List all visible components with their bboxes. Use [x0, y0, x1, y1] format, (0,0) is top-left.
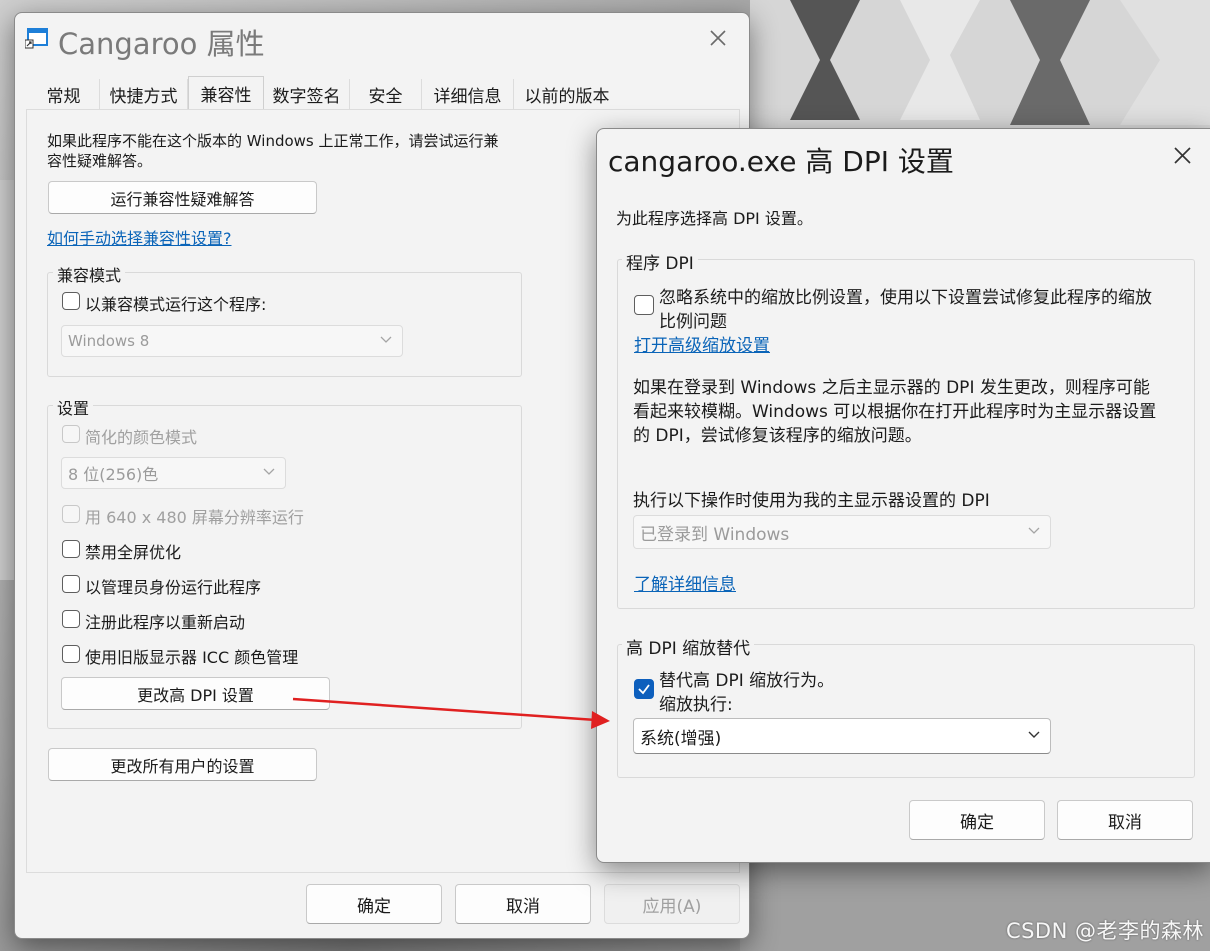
use-dpi-select: 已登录到 Windows	[633, 515, 1051, 549]
learn-more-link[interactable]: 了解详细信息	[634, 570, 736, 595]
close-icon[interactable]	[710, 30, 726, 46]
tab-details[interactable]: 详细信息	[422, 79, 514, 109]
use-dpi-value: 已登录到 Windows	[640, 524, 790, 545]
change-dpi-button[interactable]: 更改高 DPI 设置	[61, 677, 330, 710]
chevron-down-icon	[1028, 527, 1040, 534]
use-dpi-label: 执行以下操作时使用为我的主显示器设置的 DPI	[633, 491, 990, 511]
dpi-override-checkbox[interactable]	[634, 679, 654, 699]
dpi-override-label: 替代高 DPI 缩放行为。	[659, 671, 835, 691]
compat-mode-title: 兼容模式	[53, 262, 126, 286]
reduced-color-label: 简化的颜色模式	[85, 428, 198, 447]
tab-previous-versions[interactable]: 以前的版本	[514, 79, 620, 109]
res-640-label: 用 640 x 480 屏幕分辨率运行	[85, 508, 304, 527]
dpi-desc-line2: 看起来较模糊。Windows 可以根据你在打开此程序时为主显示器设置	[633, 402, 1157, 422]
run-as-admin-checkbox[interactable]	[62, 575, 80, 593]
compat-os-value: Windows 8	[68, 332, 150, 350]
compat-os-select: Windows 8	[61, 325, 403, 357]
legacy-icc-label: 使用旧版显示器 ICC 颜色管理	[85, 648, 299, 667]
run-troubleshooter-button[interactable]: 运行兼容性疑难解答	[48, 181, 317, 214]
disable-fullscreen-checkbox[interactable]	[62, 540, 80, 558]
scaling-value: 系统(增强)	[640, 728, 722, 749]
tab-digital-signatures[interactable]: 数字签名	[264, 79, 350, 109]
reduced-color-checkbox	[62, 425, 80, 443]
chevron-down-icon	[1028, 731, 1040, 738]
program-dpi-title: 程序 DPI	[622, 249, 698, 274]
manual-compat-link[interactable]: 如何手动选择兼容性设置?	[47, 225, 232, 249]
compat-mode-label: 以兼容模式运行这个程序:	[85, 295, 267, 314]
app-icon	[25, 28, 48, 49]
intro-text-line1: 如果此程序不能在这个版本的 Windows 上正常工作，请尝试运行兼	[47, 132, 499, 150]
compat-mode-checkbox[interactable]	[62, 292, 80, 310]
checkmark-icon	[638, 684, 650, 695]
tab-compatibility[interactable]: 兼容性	[188, 76, 264, 110]
chevron-down-icon	[263, 468, 275, 475]
dpi-cancel-button[interactable]: 取消	[1057, 800, 1193, 840]
register-restart-checkbox[interactable]	[62, 610, 80, 628]
tab-general[interactable]: 常规	[28, 79, 100, 109]
watermark-text: CSDN @老李的森林	[1005, 919, 1204, 943]
intro-text-line2: 容性疑难解答。	[47, 152, 153, 170]
scaling-performed-label: 缩放执行:	[659, 695, 733, 715]
cancel-button[interactable]: 取消	[455, 884, 591, 924]
apply-button: 应用(A)	[604, 884, 740, 924]
dpi-override-title: 高 DPI 缩放替代	[622, 634, 755, 659]
dpi-settings-window: cangaroo.exe 高 DPI 设置 为此程序选择高 DPI 设置。 程序…	[596, 128, 1210, 863]
tab-security[interactable]: 安全	[350, 79, 422, 109]
res-640-checkbox	[62, 505, 80, 523]
program-dpi-label-line2: 比例问题	[659, 312, 727, 332]
close-icon[interactable]	[1174, 147, 1191, 164]
advanced-scaling-link[interactable]: 打开高级缩放设置	[634, 331, 770, 356]
window-title: Cangaroo 属性	[58, 27, 265, 61]
chevron-down-icon	[380, 336, 392, 343]
color-depth-value: 8 位(256)色	[68, 465, 159, 484]
register-restart-label: 注册此程序以重新启动	[85, 613, 246, 632]
program-dpi-checkbox[interactable]	[634, 295, 654, 315]
dpi-subtitle: 为此程序选择高 DPI 设置。	[616, 209, 813, 228]
color-depth-select: 8 位(256)色	[61, 457, 286, 489]
dpi-ok-button[interactable]: 确定	[909, 800, 1045, 840]
disable-fullscreen-label: 禁用全屏优化	[85, 543, 182, 562]
legacy-icc-checkbox[interactable]	[62, 645, 80, 663]
tab-strip: 常规 快捷方式 兼容性 数字签名 安全 详细信息 以前的版本	[28, 76, 736, 110]
program-dpi-label-line1: 忽略系统中的缩放比例设置，使用以下设置尝试修复此程序的缩放	[659, 288, 1152, 308]
tab-shortcut[interactable]: 快捷方式	[100, 79, 188, 109]
dpi-desc-line1: 如果在登录到 Windows 之后主显示器的 DPI 发生更改，则程序可能	[633, 378, 1150, 398]
settings-title: 设置	[53, 395, 94, 419]
scaling-select[interactable]: 系统(增强)	[633, 718, 1051, 754]
run-as-admin-label: 以管理员身份运行此程序	[85, 578, 262, 597]
ok-button[interactable]: 确定	[306, 884, 442, 924]
dpi-window-title: cangaroo.exe 高 DPI 设置	[608, 145, 954, 178]
dpi-desc-line3: 的 DPI，尝试修复该程序的缩放问题。	[633, 426, 922, 446]
change-all-users-button[interactable]: 更改所有用户的设置	[48, 748, 317, 781]
